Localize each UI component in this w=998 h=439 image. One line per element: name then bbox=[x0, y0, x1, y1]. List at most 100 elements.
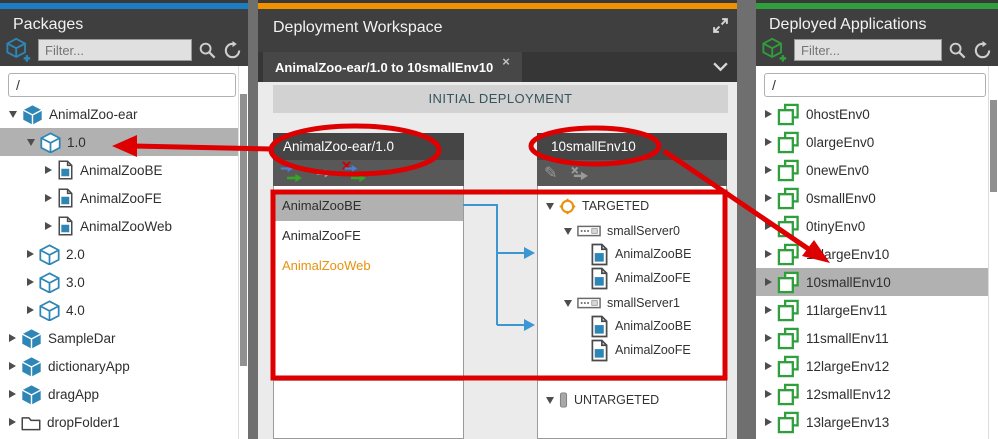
expander-right-icon[interactable] bbox=[765, 194, 772, 202]
expander-right-icon[interactable] bbox=[9, 390, 16, 398]
source-item-animalzooweb[interactable]: AnimalZooWeb bbox=[274, 251, 463, 281]
expander-right-icon[interactable] bbox=[45, 194, 52, 202]
tree-item-version-1-0[interactable]: 1.0 bbox=[0, 128, 248, 156]
expander-right-icon[interactable] bbox=[765, 222, 772, 230]
package-cube-filled-icon bbox=[22, 104, 43, 125]
expander-right-icon[interactable] bbox=[765, 334, 772, 342]
env-item-10smallenv10[interactable]: 10smallEnv10 bbox=[756, 268, 997, 296]
expander-right-icon[interactable] bbox=[765, 306, 772, 314]
environment-icon bbox=[777, 299, 800, 322]
deployed-scrollbar-thumb[interactable] bbox=[990, 100, 997, 192]
target-item-animalzoofe-1[interactable]: AnimalZooFE bbox=[590, 338, 691, 362]
package-cube-filled-icon bbox=[21, 384, 42, 405]
expander-right-icon[interactable] bbox=[45, 166, 52, 174]
deploy-selected-icon[interactable] bbox=[316, 168, 332, 179]
unmap-icon[interactable] bbox=[569, 166, 590, 181]
expand-panel-icon[interactable] bbox=[712, 17, 729, 34]
tree-item-dictionaryapp[interactable]: dictionaryApp bbox=[0, 352, 247, 380]
target-group-label: UNTARGETED bbox=[574, 393, 659, 407]
source-item-animalzoobe[interactable]: AnimalZooBE bbox=[274, 191, 463, 221]
target-item-smallserver0[interactable]: smallServer0 bbox=[564, 219, 680, 243]
target-item-smallserver1[interactable]: smallServer1 bbox=[564, 291, 680, 315]
refresh-icon[interactable] bbox=[973, 41, 992, 60]
tree-item-version-4-0[interactable]: 4.0 bbox=[0, 296, 248, 324]
tab-deployment[interactable]: AnimalZoo-ear/1.0 to 10smallEnv10 × bbox=[263, 52, 522, 82]
packages-scrollbar-thumb[interactable] bbox=[240, 94, 247, 366]
expander-right-icon[interactable] bbox=[9, 362, 16, 370]
env-item-10largeenv10[interactable]: 10largeEnv10 bbox=[756, 240, 997, 268]
edit-icon[interactable]: ✎ bbox=[544, 165, 557, 181]
tree-item-version-3-0[interactable]: 3.0 bbox=[0, 268, 248, 296]
deployed-scrollbar[interactable] bbox=[988, 66, 998, 439]
expander-right-icon[interactable] bbox=[27, 278, 34, 286]
env-item-13largeenv13[interactable]: 13largeEnv13 bbox=[756, 408, 997, 436]
expander-right-icon[interactable] bbox=[765, 166, 772, 174]
expander-down-icon[interactable] bbox=[564, 228, 572, 235]
add-deployment-icon[interactable] bbox=[762, 37, 788, 63]
packages-scrollbar[interactable] bbox=[238, 66, 248, 439]
deployed-header: Deployed Applications bbox=[756, 9, 998, 66]
chevron-down-icon[interactable] bbox=[712, 61, 729, 72]
target-item-label: AnimalZooFE bbox=[615, 271, 691, 285]
expander-right-icon[interactable] bbox=[765, 418, 772, 426]
source-item-animalzoofe[interactable]: AnimalZooFE bbox=[274, 221, 463, 251]
env-item-0newenv0[interactable]: 0newEnv0 bbox=[756, 156, 997, 184]
expander-down-icon[interactable] bbox=[564, 300, 572, 307]
deployed-filter-input[interactable] bbox=[794, 39, 942, 61]
expander-right-icon[interactable] bbox=[27, 306, 34, 314]
packages-filter-input[interactable] bbox=[38, 39, 192, 61]
expander-right-icon[interactable] bbox=[765, 362, 772, 370]
deploy-all-icon[interactable] bbox=[280, 164, 304, 183]
deployed-accent-stripe bbox=[756, 0, 998, 9]
target-group-targeted[interactable]: TARGETED bbox=[546, 194, 649, 218]
package-cube-outline-icon bbox=[39, 244, 60, 265]
env-item-0largeenv0[interactable]: 0largeEnv0 bbox=[756, 128, 997, 156]
deployed-list: 0hostEnv0 0largeEnv0 0newEnv0 0smallEnv0 bbox=[756, 100, 998, 436]
expander-right-icon[interactable] bbox=[45, 222, 52, 230]
env-item-0smallenv0[interactable]: 0smallEnv0 bbox=[756, 184, 997, 212]
deployed-breadcrumb-input[interactable] bbox=[764, 73, 986, 97]
environment-icon bbox=[777, 327, 800, 350]
env-item-0hostenv0[interactable]: 0hostEnv0 bbox=[756, 100, 997, 128]
add-package-icon[interactable] bbox=[6, 37, 32, 63]
tree-item-animalzoofe[interactable]: AnimalZooFE bbox=[0, 184, 248, 212]
expander-down-icon[interactable] bbox=[546, 397, 554, 404]
package-cube-outline-icon bbox=[39, 300, 60, 321]
expander-right-icon[interactable] bbox=[765, 250, 772, 258]
expander-down-icon[interactable] bbox=[546, 203, 554, 210]
target-item-animalzoobe-0[interactable]: AnimalZooBE bbox=[590, 242, 691, 266]
env-item-11smallenv11[interactable]: 11smallEnv11 bbox=[756, 324, 997, 352]
force-deploy-icon[interactable] bbox=[344, 164, 368, 183]
tree-item-dropfolder1[interactable]: dropFolder1 bbox=[0, 408, 247, 436]
target-group-untargeted[interactable]: UNTARGETED bbox=[546, 388, 659, 412]
expander-right-icon[interactable] bbox=[765, 110, 772, 118]
tree-item-version-2-0[interactable]: 2.0 bbox=[0, 240, 248, 268]
packages-breadcrumb-input[interactable] bbox=[8, 73, 236, 97]
target-item-animalzoobe-1[interactable]: AnimalZooBE bbox=[590, 314, 691, 338]
expander-right-icon[interactable] bbox=[9, 334, 16, 342]
expander-right-icon[interactable] bbox=[27, 250, 34, 258]
target-item-animalzoofe-0[interactable]: AnimalZooFE bbox=[590, 266, 691, 290]
tree-item-animalzooweb[interactable]: AnimalZooWeb bbox=[0, 212, 248, 240]
expander-down-icon[interactable] bbox=[9, 111, 17, 118]
env-item-11largeenv11[interactable]: 11largeEnv11 bbox=[756, 296, 997, 324]
initial-deployment-button[interactable]: INITIAL DEPLOYMENT bbox=[273, 85, 728, 113]
refresh-icon[interactable] bbox=[223, 41, 242, 60]
tree-item-animalzoo-ear[interactable]: AnimalZoo-ear bbox=[0, 100, 247, 128]
env-item-0tinyenv0[interactable]: 0tinyEnv0 bbox=[756, 212, 997, 240]
expander-right-icon[interactable] bbox=[765, 278, 772, 286]
env-item-12smallenv12[interactable]: 12smallEnv12 bbox=[756, 380, 997, 408]
tree-item-dragapp[interactable]: dragApp bbox=[0, 380, 247, 408]
expander-right-icon[interactable] bbox=[9, 418, 16, 426]
expander-right-icon[interactable] bbox=[765, 138, 772, 146]
search-icon[interactable] bbox=[198, 41, 217, 60]
target-tree: TARGETED smallServer0 AnimalZooBE Animal… bbox=[537, 186, 727, 439]
env-item-12largeenv12[interactable]: 12largeEnv12 bbox=[756, 352, 997, 380]
expander-right-icon[interactable] bbox=[765, 390, 772, 398]
search-icon[interactable] bbox=[948, 41, 967, 60]
close-tab-icon[interactable]: × bbox=[502, 55, 510, 68]
tree-item-animalzoobe[interactable]: AnimalZooBE bbox=[0, 156, 248, 184]
tree-item-sampledar[interactable]: SampleDar bbox=[0, 324, 247, 352]
package-cube-filled-icon bbox=[21, 328, 42, 349]
expander-down-icon[interactable] bbox=[27, 139, 35, 146]
